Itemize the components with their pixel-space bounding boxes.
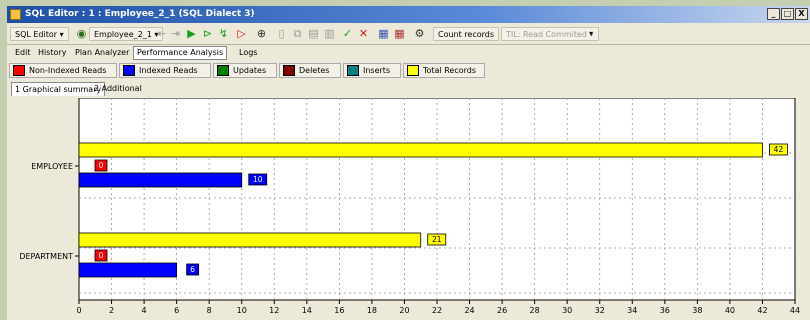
legend-label: Updates xyxy=(233,66,267,75)
data-label: 10 xyxy=(253,175,263,184)
tab-history[interactable]: History xyxy=(38,47,66,59)
x-tick-label: 22 xyxy=(432,306,442,315)
x-tick-label: 26 xyxy=(497,306,507,315)
x-tick-label: 16 xyxy=(334,306,344,315)
commit-icon[interactable]: ✓ xyxy=(341,27,354,40)
x-tick-label: 44 xyxy=(790,306,800,315)
tab-plan-analyzer[interactable]: Plan Analyzer xyxy=(75,47,129,59)
legend-label: Total Records xyxy=(423,66,477,75)
updates-swatch xyxy=(217,65,229,76)
x-tick-label: 8 xyxy=(207,306,212,315)
execute-icon[interactable]: ▶ xyxy=(185,27,198,40)
tab-bar: Edit History Plan Analyzer Performance A… xyxy=(7,46,810,60)
x-tick-label: 24 xyxy=(464,306,474,315)
step-into-icon[interactable]: ↯ xyxy=(217,27,230,40)
x-tick-label: 30 xyxy=(562,306,572,315)
data-label: 6 xyxy=(190,265,195,274)
x-tick-label: 0 xyxy=(76,306,81,315)
inserts-swatch xyxy=(347,65,359,76)
legend-non-indexed-reads[interactable]: Non-Indexed Reads xyxy=(9,63,117,78)
connection-dropdown[interactable]: Employee_2_1 ▾ xyxy=(89,27,164,41)
x-tick-label: 36 xyxy=(660,306,670,315)
legend-label: Non-Indexed Reads xyxy=(29,66,107,75)
legend-label: Indexed Reads xyxy=(139,66,198,75)
new-document-icon[interactable]: ▯ xyxy=(275,27,288,40)
sql-editor-icon xyxy=(10,9,21,20)
paste-icon[interactable]: ▤ xyxy=(307,27,320,40)
options-icon[interactable]: ⚙ xyxy=(413,27,426,40)
deletes-swatch xyxy=(283,65,295,76)
title-bar: SQL Editor : 1 : Employee_2_1 (SQL Diale… xyxy=(7,6,810,23)
maximize-button[interactable]: □ xyxy=(781,8,794,20)
run-to-cursor-icon[interactable]: ▷ xyxy=(235,27,248,40)
tab-logs[interactable]: Logs xyxy=(239,47,257,59)
close-button[interactable]: X xyxy=(795,8,808,20)
x-tick-label: 14 xyxy=(302,306,312,315)
step-forward-icon[interactable]: ⇥ xyxy=(169,27,182,40)
grid-export-icon[interactable]: ▦ xyxy=(393,27,406,40)
total-records-swatch xyxy=(407,65,419,76)
copy-icon[interactable]: ⧉ xyxy=(291,27,304,40)
legend: Non-Indexed Reads Indexed Reads Updates … xyxy=(7,62,810,80)
x-tick-label: 38 xyxy=(692,306,702,315)
indexed-reads-swatch xyxy=(123,65,135,76)
execute-step-icon[interactable]: ⊳ xyxy=(201,27,214,40)
bar xyxy=(78,262,178,278)
transaction-isolation-dropdown[interactable]: TIL: Read Commited ▾ xyxy=(501,27,599,41)
bar xyxy=(78,232,422,248)
database-icon: ◉ xyxy=(76,27,87,40)
bar xyxy=(78,142,763,158)
x-tick-label: 40 xyxy=(725,306,735,315)
legend-updates[interactable]: Updates xyxy=(213,63,277,78)
x-tick-label: 10 xyxy=(237,306,247,315)
x-tick-label: 34 xyxy=(627,306,637,315)
more-dropdown[interactable]: ▾ xyxy=(589,27,593,41)
x-tick-label: 4 xyxy=(142,306,147,315)
grid-icon[interactable]: ▦ xyxy=(377,27,390,40)
window-title: SQL Editor : 1 : Employee_2_1 (SQL Diale… xyxy=(25,9,255,19)
tab-edit[interactable]: Edit xyxy=(15,47,31,59)
legend-inserts[interactable]: Inserts xyxy=(343,63,401,78)
x-tick-label: 28 xyxy=(530,306,540,315)
plan-icon[interactable]: ⊕ xyxy=(255,27,268,40)
non-indexed-reads-swatch xyxy=(13,65,25,76)
legend-label: Inserts xyxy=(363,66,391,75)
toolbar: SQL Editor ▾ ◉ Employee_2_1 ▾ ⇤ ⇥ ▶ ⊳ ↯ … xyxy=(7,24,810,45)
legend-label: Deletes xyxy=(299,66,330,75)
rollback-icon[interactable]: ✕ xyxy=(357,27,370,40)
x-tick-label: 20 xyxy=(399,306,409,315)
step-back-icon[interactable]: ⇤ xyxy=(155,27,168,40)
bar xyxy=(78,172,243,188)
sql-editor-dropdown[interactable]: SQL Editor ▾ xyxy=(10,27,69,41)
category-label: DEPARTMENT xyxy=(19,252,73,261)
sql-editor-window: SQL Editor : 1 : Employee_2_1 (SQL Diale… xyxy=(7,6,810,320)
legend-deletes[interactable]: Deletes xyxy=(279,63,341,78)
x-tick-label: 32 xyxy=(595,306,605,315)
x-tick-label: 42 xyxy=(757,306,767,315)
performance-chart: 0 2 4 6 8 10 12 14 16 18 20 22 24 26 28 30 32 34 36 38 40 42 4… xyxy=(19,98,800,315)
x-tick-label: 6 xyxy=(174,306,179,315)
minimize-button[interactable]: _ xyxy=(767,8,780,20)
x-tick-label: 12 xyxy=(269,306,279,315)
count-records-button[interactable]: Count records xyxy=(433,27,500,41)
x-tick-label: 18 xyxy=(367,306,377,315)
data-label: 21 xyxy=(432,235,442,244)
legend-indexed-reads[interactable]: Indexed Reads xyxy=(119,63,211,78)
subtab-additional[interactable]: 2 Additional xyxy=(91,82,145,95)
data-label: 0 xyxy=(99,251,104,260)
tab-performance-analysis[interactable]: Performance Analysis xyxy=(133,46,228,60)
data-label: 0 xyxy=(99,161,104,170)
category-label: EMPLOYEE xyxy=(31,162,73,171)
data-label: 42 xyxy=(774,145,784,154)
export-icon[interactable]: ▥ xyxy=(323,27,336,40)
x-tick-label: 2 xyxy=(109,306,114,315)
legend-total-records[interactable]: Total Records xyxy=(403,63,485,78)
subtab-bar: 1 Graphical summary 2 Additional xyxy=(7,82,810,96)
